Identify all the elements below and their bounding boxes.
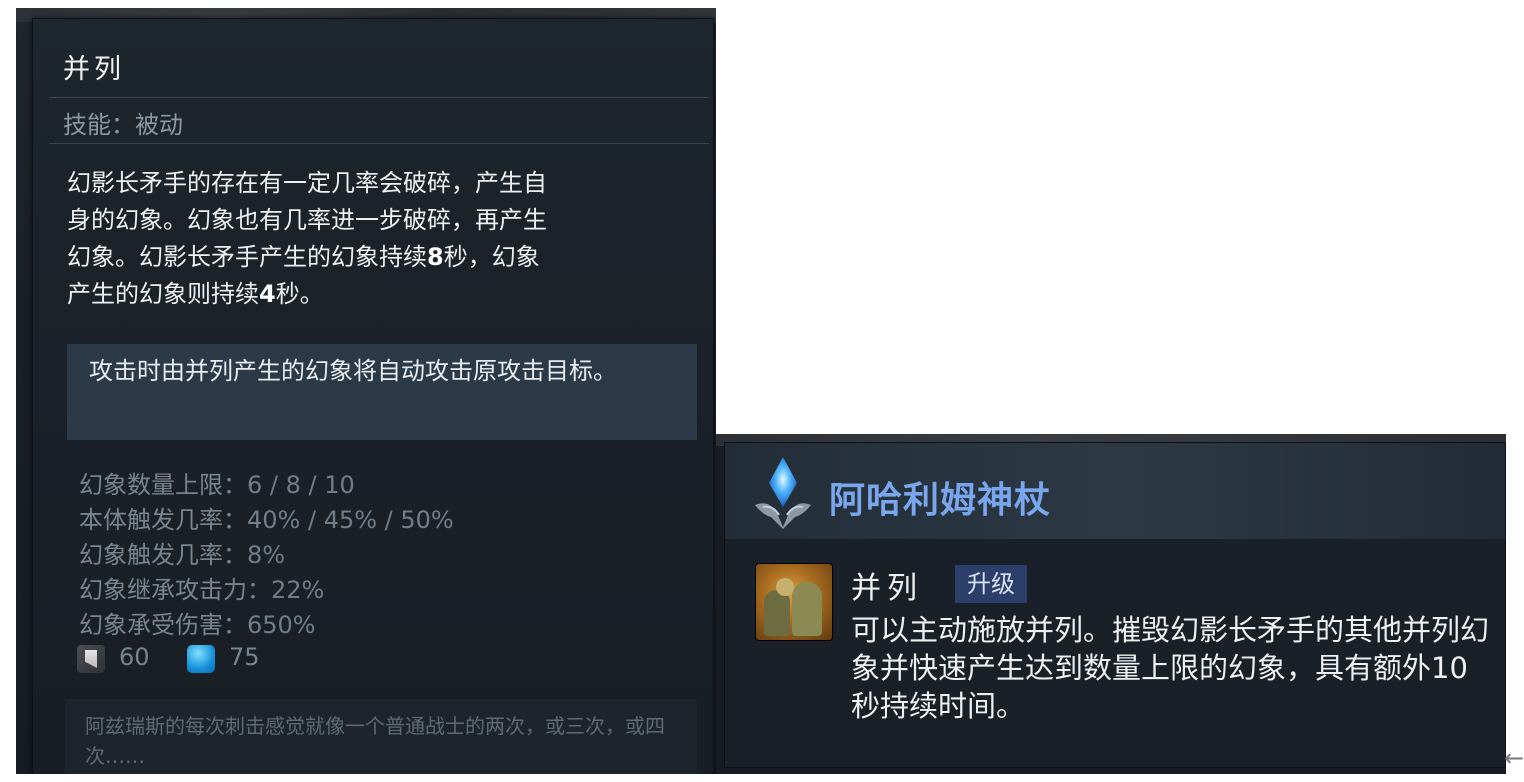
stat-value: 650% [247,611,316,639]
juxtapose-ability-icon [755,563,833,641]
note-text: 攻击时由并列产生的幻象将自动攻击原攻击目标。 [89,357,617,385]
scepter-upgrade-tooltip: 阿哈利姆神杖 并列 升级 可以主动施放并列。摧毁幻影长矛手的其他并列幻象并快速产… [724,442,1506,768]
upgrade-ability-name: 并列 [851,571,923,606]
lore-text: 阿兹瑞斯的每次刺击感觉就像一个普通战士的两次，或三次，或四次…… [85,714,665,768]
stat-value: 22% [271,576,325,604]
back-arrow-icon[interactable]: ← [1504,744,1524,772]
stat-label: 幻象数量上限： [79,471,247,499]
duration-value: 8 [427,243,444,271]
ability-title: 并列 [63,54,125,85]
stat-row: 本体触发几率：40% / 45% / 50% [79,500,454,535]
stat-value: 40% / 45% / 50% [247,506,454,534]
stat-label: 幻象触发几率： [79,541,247,569]
upgrade-description: 可以主动施放并列。摧毁幻影长矛手的其他并列幻象并快速产生达到数量上限的幻象，具有… [851,613,1490,723]
stat-label: 幻象承受伤害： [79,611,247,639]
stat-row: 幻象触发几率：8% [79,535,285,570]
ability-description: 幻影长矛手的存在有一定几率会破碎，产生自 身的幻象。幻象也有几率进一步破碎，再产… [67,165,667,313]
cooldown-value: 60 [119,643,150,671]
description-text: 秒。 [275,280,324,308]
duration-value: 4 [259,280,276,308]
stat-row: 幻象承受伤害：650% [79,605,316,640]
title-divider [49,97,709,98]
skill-type-divider [49,143,709,144]
stat-value: 8% [247,541,286,569]
stat-row: 幻象继承攻击力：22% [79,570,324,605]
scepter-title: 阿哈利姆神杖 [829,480,1052,521]
upgrade-badge: 升级 [955,565,1027,603]
skill-type: 技能：被动 [63,111,183,139]
lore-box: 阿兹瑞斯的每次刺击感觉就像一个普通战士的两次，或三次，或四次…… [65,699,697,774]
stat-label: 幻象继承攻击力： [79,576,271,604]
description-text: 产生的幻象则持续 [67,280,259,308]
description-line: 身的幻象。幻象也有几率进一步破碎，再产生 [67,206,547,234]
ability-tooltip-screenshot: 并列 技能：被动 幻影长矛手的存在有一定几率会破碎，产生自 身的幻象。幻象也有几… [16,8,716,774]
stat-value: 6 / 8 / 10 [247,471,355,499]
scepter-header: 阿哈利姆神杖 [725,443,1505,539]
ability-note: 攻击时由并列产生的幻象将自动攻击原攻击目标。 [67,344,697,440]
description-text: 幻象。幻影长矛手产生的幻象持续 [67,243,427,271]
description-line: 幻象。幻影长矛手产生的幻象持续8秒，幻象 [67,239,667,276]
mana-icon [187,645,215,673]
ability-tooltip: 并列 技能：被动 幻影长矛手的存在有一定几率会破碎，产生自 身的幻象。幻象也有几… [32,18,714,774]
stat-row: 幻象数量上限：6 / 8 / 10 [79,465,355,500]
mana-cost-value: 75 [229,643,260,671]
stat-label: 本体触发几率： [79,506,247,534]
description-line: 产生的幻象则持续4秒。 [67,276,667,313]
cooldown-icon [77,645,105,673]
description-line: 幻影长矛手的存在有一定几率会破碎，产生自 [67,169,547,197]
scepter-tooltip-screenshot: 阿哈利姆神杖 并列 升级 可以主动施放并列。摧毁幻影长矛手的其他并列幻象并快速产… [716,434,1506,774]
aghanims-scepter-icon [755,457,811,529]
description-text: 秒，幻象 [443,243,540,271]
